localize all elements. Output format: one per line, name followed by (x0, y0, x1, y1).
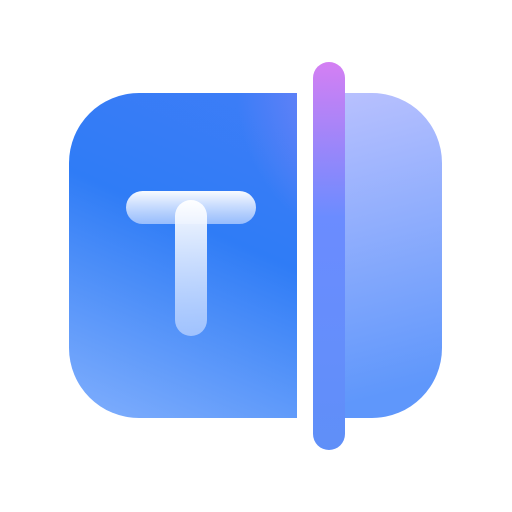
icon-canvas (0, 0, 512, 512)
text-split-app-icon (69, 62, 442, 450)
split-divider-bar (313, 62, 345, 450)
